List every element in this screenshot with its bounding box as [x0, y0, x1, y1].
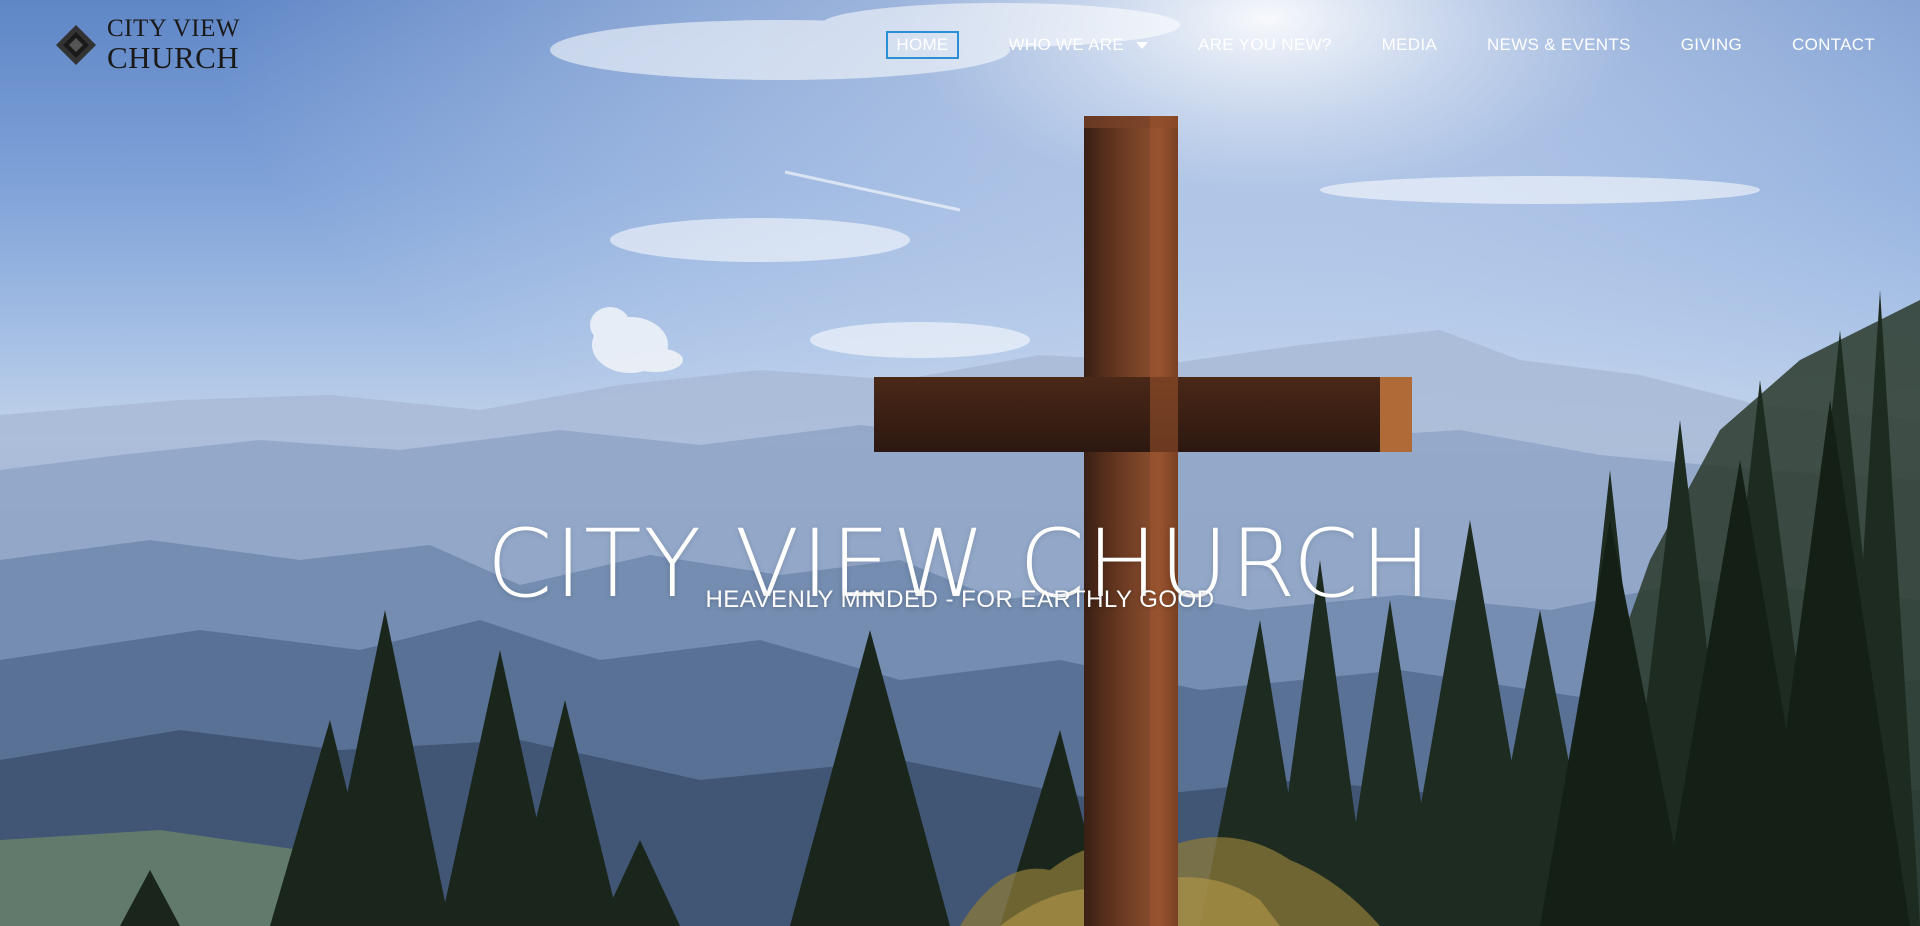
nav-item-giving[interactable]: GIVING	[1681, 35, 1742, 55]
site-logo[interactable]: CITY VIEW CHURCH	[55, 16, 240, 73]
nav-item-are-you-new[interactable]: ARE YOU NEW?	[1198, 35, 1332, 55]
nav-item-home[interactable]: HOME	[886, 31, 959, 59]
nav-item-news-events[interactable]: NEWS & EVENTS	[1487, 35, 1631, 55]
logo-line2: CHURCH	[107, 40, 240, 75]
diamond-logo-icon	[56, 24, 96, 65]
hero-subtitle: HEAVENLY MINDED - FOR EARTHLY GOOD	[705, 586, 1215, 613]
hero-section: CITY VIEW CHURCH HOME WHO WE ARE ARE YOU…	[0, 0, 1920, 926]
nav-item-who-we-are[interactable]: WHO WE ARE	[1009, 35, 1148, 55]
nav-item-label: NEWS & EVENTS	[1486, 35, 1631, 54]
nav-item-label: HOME	[886, 31, 959, 59]
nav-item-label: MEDIA	[1381, 35, 1437, 54]
hero-background-image	[0, 0, 1920, 926]
site-header: CITY VIEW CHURCH HOME WHO WE ARE ARE YOU…	[0, 0, 1920, 90]
main-navigation: HOME WHO WE ARE ARE YOU NEW? MEDIA NEWS …	[886, 31, 1875, 59]
nav-item-label: CONTACT	[1792, 35, 1875, 54]
nav-item-label: GIVING	[1680, 35, 1742, 54]
caret-down-icon	[1135, 41, 1148, 49]
nav-item-label: ARE YOU NEW?	[1197, 35, 1332, 54]
nav-item-media[interactable]: MEDIA	[1382, 35, 1437, 55]
nav-item-contact[interactable]: CONTACT	[1792, 35, 1875, 55]
nav-item-label: WHO WE ARE	[1008, 35, 1124, 54]
logo-line1: CITY VIEW	[107, 15, 240, 42]
logo-text: CITY VIEW CHURCH	[107, 16, 240, 73]
